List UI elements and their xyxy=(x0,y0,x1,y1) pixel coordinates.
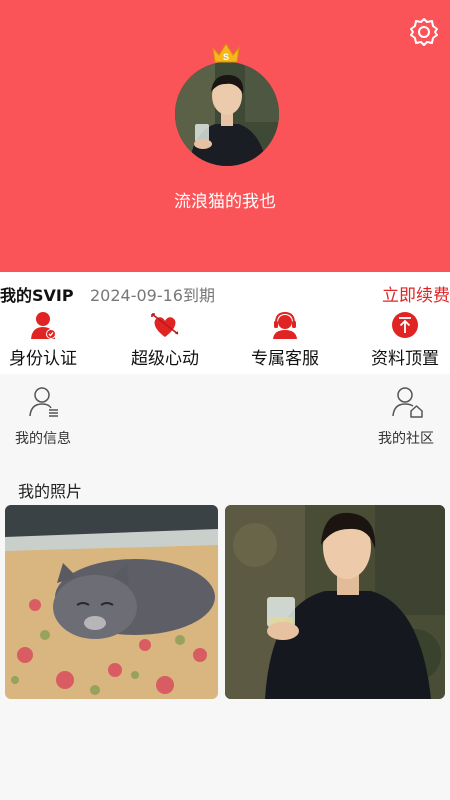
avatar[interactable] xyxy=(175,62,279,166)
verified-user-icon xyxy=(31,312,56,339)
photos-title: 我的照片 xyxy=(18,482,83,501)
photo-item[interactable] xyxy=(225,505,445,699)
perk-super-like[interactable]: 超级心动 xyxy=(110,310,220,370)
vip-title: 我的SVIP xyxy=(0,286,74,305)
vip-section: 我的SVIP 2024-09-16到期 立即续费 身份认证 超级心动 专属客服 … xyxy=(0,272,450,374)
perk-label: 超级心动 xyxy=(131,349,199,369)
cat-photo xyxy=(5,505,218,699)
perk-label: 资料顶置 xyxy=(371,349,439,369)
perk-label: 专属客服 xyxy=(251,349,319,369)
photo-item[interactable] xyxy=(5,505,218,699)
user-list-icon xyxy=(29,387,58,417)
pin-top-icon xyxy=(392,312,418,338)
perk-label: 身份认证 xyxy=(9,349,77,369)
arrow-heart-icon xyxy=(151,313,179,337)
nickname: 流浪猫的我也 xyxy=(174,192,276,212)
perk-identity-verify[interactable]: 身份认证 xyxy=(0,310,98,370)
my-community-button[interactable]: 我的社区 xyxy=(366,384,446,454)
my-community-label: 我的社区 xyxy=(378,431,434,447)
my-info-button[interactable]: 我的信息 xyxy=(3,384,83,454)
vip-expiry: 2024-09-16到期 xyxy=(90,286,215,305)
crown-icon: S xyxy=(212,43,240,63)
avatar-container[interactable]: S xyxy=(175,42,279,166)
perk-exclusive-service[interactable]: 专属客服 xyxy=(230,310,340,370)
perk-profile-pin[interactable]: 资料顶置 xyxy=(350,310,450,370)
my-info-label: 我的信息 xyxy=(15,431,71,447)
svg-text:S: S xyxy=(223,52,229,62)
gear-icon[interactable] xyxy=(408,16,440,48)
renew-button[interactable]: 立即续费 xyxy=(382,281,450,306)
profile-header: S 流浪猫的我也 xyxy=(0,0,450,272)
vip-row: 我的SVIP 2024-09-16到期 立即续费 xyxy=(0,272,450,312)
user-home-icon xyxy=(392,387,423,418)
customer-service-icon xyxy=(273,311,297,339)
man-with-glass-photo xyxy=(225,505,445,699)
